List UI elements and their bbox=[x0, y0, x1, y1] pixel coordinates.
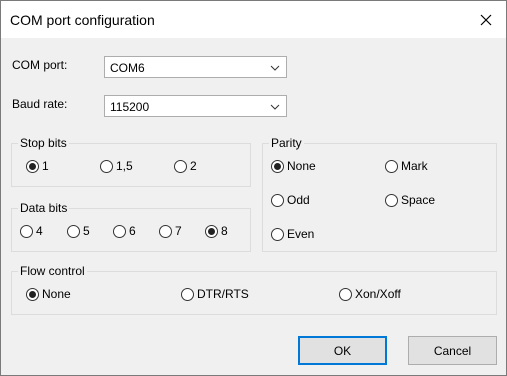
parity-option-label: None bbox=[287, 159, 316, 173]
radio-unselected-icon bbox=[385, 193, 398, 207]
parity-option-even[interactable]: Even bbox=[271, 227, 314, 241]
stop-bits-option-label: 1,5 bbox=[116, 159, 133, 173]
stop-bits-option-label: 2 bbox=[190, 159, 197, 173]
data-bits-option-8[interactable]: 8 bbox=[205, 224, 228, 238]
data-bits-option-label: 6 bbox=[129, 224, 136, 238]
parity-option-none[interactable]: None bbox=[271, 159, 316, 173]
parity-option-odd[interactable]: Odd bbox=[271, 193, 310, 207]
radio-unselected-icon bbox=[67, 224, 80, 238]
stop-bits-option-1-5[interactable]: 1,5 bbox=[100, 159, 133, 173]
radio-unselected-icon bbox=[339, 287, 352, 301]
data-bits-option-label: 4 bbox=[36, 224, 43, 238]
radio-unselected-icon bbox=[100, 159, 113, 173]
baud-rate-label: Baud rate: bbox=[12, 97, 68, 111]
data-bits-option-6[interactable]: 6 bbox=[113, 224, 136, 238]
radio-selected-icon bbox=[26, 159, 39, 173]
parity-option-label: Even bbox=[287, 227, 315, 241]
data-bits-option-label: 8 bbox=[221, 224, 228, 238]
dialog-window: COM port configuration COM port: COM6 Ba… bbox=[0, 0, 507, 376]
flow-control-title: Flow control bbox=[18, 264, 87, 278]
com-port-label: COM port: bbox=[12, 58, 68, 72]
com-port-value: COM6 bbox=[110, 61, 145, 75]
com-port-select[interactable]: COM6 bbox=[104, 56, 287, 78]
radio-selected-icon bbox=[26, 287, 39, 301]
radio-selected-icon bbox=[205, 224, 218, 238]
parity-option-label: Mark bbox=[401, 159, 428, 173]
parity-title: Parity bbox=[269, 136, 304, 150]
title-bar: COM port configuration bbox=[1, 1, 506, 38]
radio-unselected-icon bbox=[181, 287, 194, 301]
chevron-down-icon bbox=[270, 65, 280, 71]
close-button[interactable] bbox=[466, 1, 506, 38]
flow-control-option-label: Xon/Xoff bbox=[355, 287, 401, 301]
stop-bits-option-1[interactable]: 1 bbox=[26, 159, 49, 173]
data-bits-option-5[interactable]: 5 bbox=[67, 224, 90, 238]
radio-unselected-icon bbox=[385, 159, 398, 173]
window-title: COM port configuration bbox=[10, 12, 155, 28]
radio-unselected-icon bbox=[174, 159, 187, 173]
flow-control-option-label: DTR/RTS bbox=[197, 287, 249, 301]
flow-control-option-none[interactable]: None bbox=[26, 287, 71, 301]
radio-unselected-icon bbox=[271, 227, 284, 241]
flow-control-option-label: None bbox=[42, 287, 71, 301]
data-bits-title: Data bits bbox=[18, 201, 70, 215]
data-bits-option-label: 5 bbox=[83, 224, 90, 238]
radio-selected-icon bbox=[271, 159, 284, 173]
radio-unselected-icon bbox=[113, 224, 126, 238]
stop-bits-title: Stop bits bbox=[18, 136, 69, 150]
cancel-button[interactable]: Cancel bbox=[408, 336, 497, 365]
flow-control-group: Flow control None DTR/RTS Xon/Xoff bbox=[11, 264, 497, 315]
data-bits-group: Data bits 4 5 6 7 8 bbox=[11, 201, 251, 252]
baud-rate-value: 115200 bbox=[110, 100, 150, 114]
flow-control-option-xon-xoff[interactable]: Xon/Xoff bbox=[339, 287, 401, 301]
ok-button[interactable]: OK bbox=[298, 336, 387, 365]
data-bits-option-label: 7 bbox=[175, 224, 182, 238]
parity-option-mark[interactable]: Mark bbox=[385, 159, 428, 173]
stop-bits-option-2[interactable]: 2 bbox=[174, 159, 197, 173]
close-icon bbox=[480, 14, 492, 25]
parity-group: Parity None Mark Odd Space Even bbox=[262, 136, 497, 252]
radio-unselected-icon bbox=[159, 224, 172, 238]
stop-bits-option-label: 1 bbox=[42, 159, 49, 173]
radio-unselected-icon bbox=[20, 224, 33, 238]
parity-option-space[interactable]: Space bbox=[385, 193, 435, 207]
parity-option-label: Odd bbox=[287, 193, 310, 207]
flow-control-option-dtr-rts[interactable]: DTR/RTS bbox=[181, 287, 249, 301]
radio-unselected-icon bbox=[271, 193, 284, 207]
stop-bits-group: Stop bits 1 1,5 2 bbox=[11, 136, 251, 187]
data-bits-option-7[interactable]: 7 bbox=[159, 224, 182, 238]
chevron-down-icon bbox=[270, 104, 280, 110]
data-bits-option-4[interactable]: 4 bbox=[20, 224, 43, 238]
baud-rate-select[interactable]: 115200 bbox=[104, 95, 287, 117]
parity-option-label: Space bbox=[401, 193, 436, 207]
